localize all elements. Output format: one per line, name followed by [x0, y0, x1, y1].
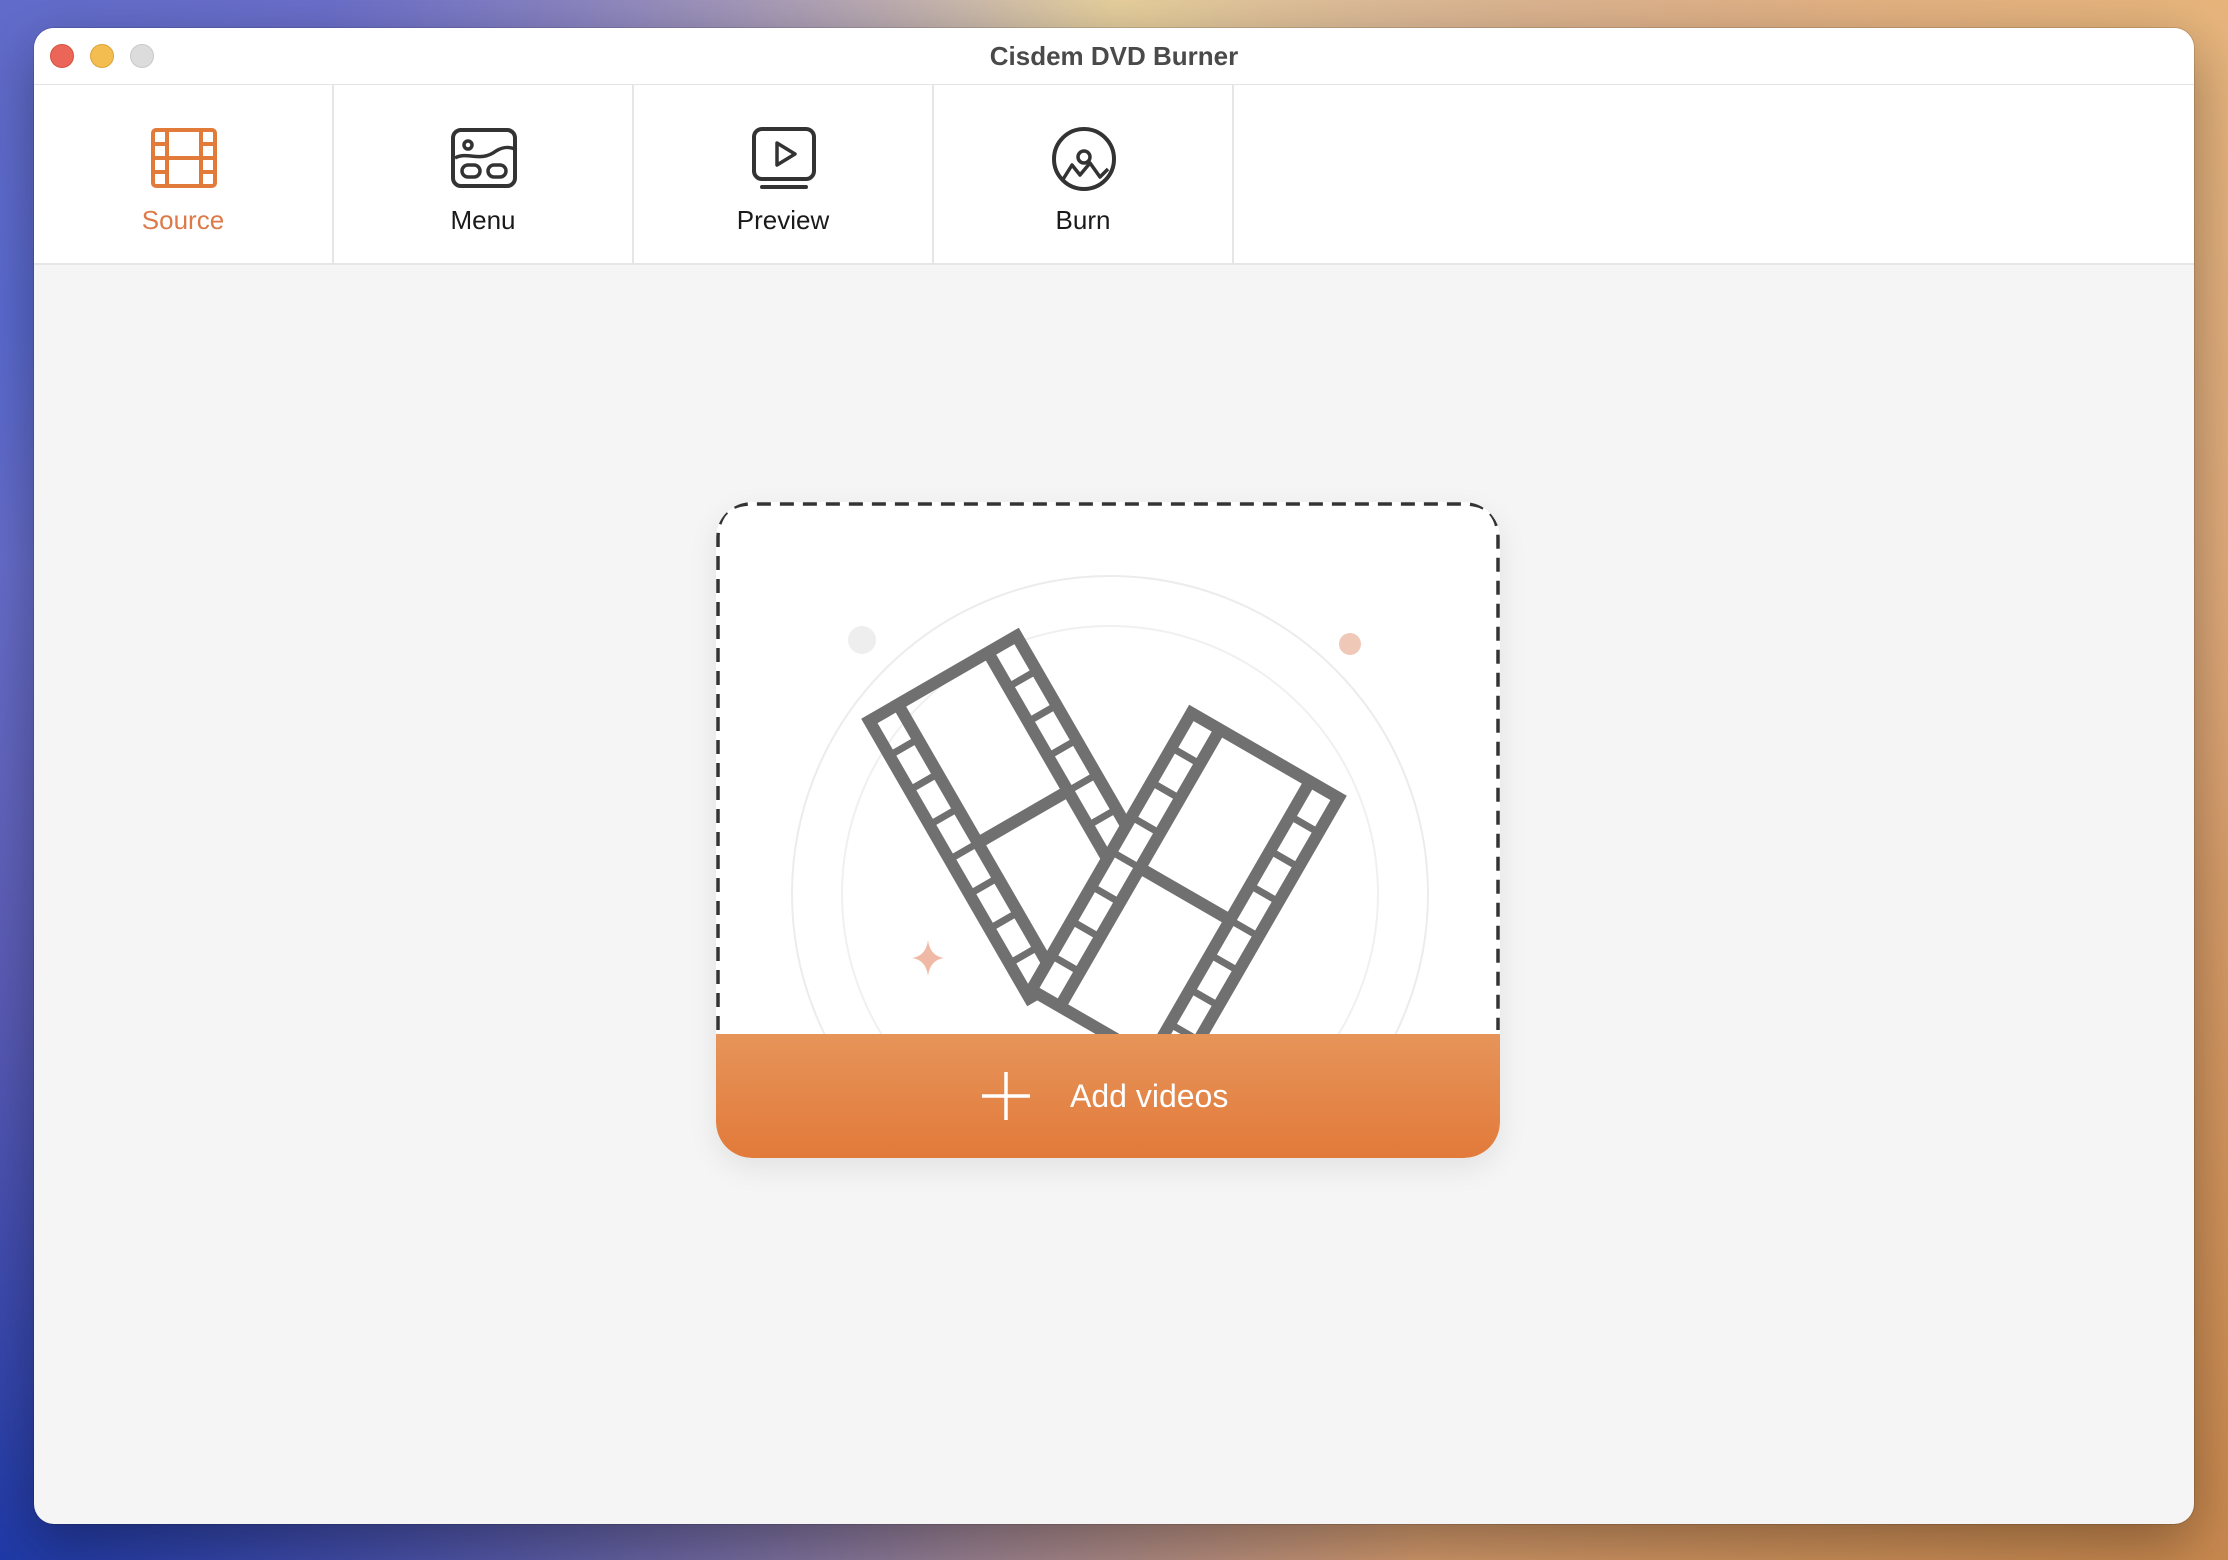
tab-menu[interactable]: Menu	[334, 85, 634, 263]
tab-burn[interactable]: Burn	[934, 85, 1234, 263]
tab-menu-label: Menu	[450, 205, 516, 235]
film-strip-icon	[151, 128, 217, 188]
plus-icon	[982, 1072, 1030, 1120]
video-drop-zone[interactable]: Add videos	[716, 502, 1500, 1158]
tab-burn-label: Burn	[1055, 205, 1111, 235]
tab-source[interactable]: Source	[34, 85, 334, 263]
tab-preview[interactable]: Preview	[634, 85, 934, 263]
window-title: Cisdem DVD Burner	[989, 41, 1239, 71]
disc-burn-icon	[1052, 127, 1116, 191]
tab-source-label: Source	[141, 205, 225, 235]
film-strips-icon	[791, 575, 1429, 1034]
add-videos-label: Add videos	[1070, 1078, 1229, 1114]
title-bar: Cisdem DVD Burner	[34, 28, 2194, 85]
tab-preview-label: Preview	[736, 205, 830, 235]
app-window: Cisdem DVD Burner Source Menu Preview Bu…	[34, 28, 2194, 1524]
add-videos-button[interactable]: Add videos	[716, 1034, 1500, 1158]
main-toolbar: Source Menu Preview Burn	[34, 85, 2194, 265]
play-monitor-icon	[752, 127, 816, 189]
menu-template-icon	[451, 128, 517, 188]
